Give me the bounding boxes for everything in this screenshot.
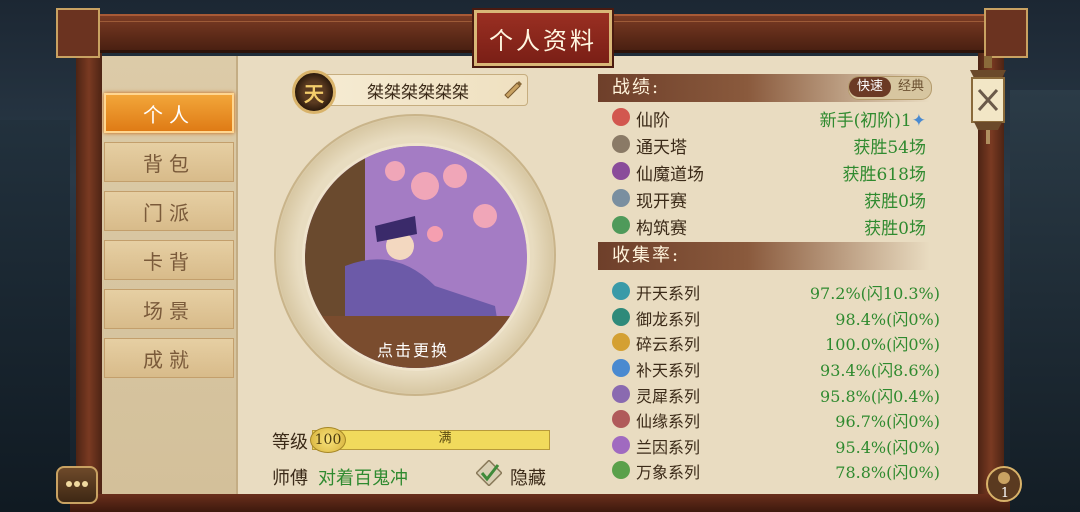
collection-label: 万象系列 — [636, 463, 701, 482]
collection-value: 78.8%(闪0%) — [835, 463, 940, 482]
tab-achievement[interactable]: 成就 — [104, 338, 234, 378]
edit-name-icon[interactable] — [502, 78, 524, 100]
collection-row: 万象系列 78.8%(闪0%) — [610, 457, 940, 482]
collection-row: 补天系列 93.4%(闪8.6%) — [610, 355, 940, 380]
collection-label: 御龙系列 — [636, 310, 701, 329]
stat-row-open: 现开赛 获胜0场 — [610, 185, 930, 212]
chat-button[interactable] — [56, 466, 98, 504]
stat-value: 获胜54场 — [853, 138, 926, 158]
left-post — [76, 40, 102, 502]
cloud-icon — [612, 333, 630, 351]
rank-badge-text: 天 — [304, 81, 324, 106]
star-icon — [612, 108, 630, 126]
collection-value: 93.4%(闪8.6%) — [820, 361, 940, 380]
background-mountain-right — [1010, 90, 1080, 512]
collection-row: 开天系列 97.2%(闪10.3%) — [610, 278, 940, 303]
collection-row: 御龙系列 98.4%(闪0%) — [610, 304, 940, 329]
collection-value: 95.4%(闪0%) — [835, 438, 940, 457]
background-mountain-left — [0, 120, 70, 512]
tab-backpack[interactable]: 背包 — [104, 142, 234, 182]
stat-row-rank: 仙阶 新手(初阶)1✦ — [610, 104, 930, 131]
collection-heading: 收集率: — [598, 242, 930, 270]
collection-label: 仙缘系列 — [636, 412, 701, 431]
change-portrait-caption[interactable]: 点击更换 — [302, 334, 524, 364]
collection-row: 灵犀系列 95.8%(闪0.4%) — [610, 381, 940, 406]
stat-label: 通天塔 — [636, 138, 687, 158]
kaitian-icon — [612, 282, 630, 300]
close-button[interactable] — [964, 56, 1012, 146]
collection-value: 98.4%(闪0%) — [835, 310, 940, 329]
level-value: 100 — [310, 427, 346, 453]
level-full-label: 满 — [438, 431, 452, 446]
tab-personal[interactable]: 个人 — [104, 93, 234, 133]
collection-row: 碎云系列 100.0%(闪0%) — [610, 329, 940, 354]
spirit-icon — [612, 385, 630, 403]
face-icon — [612, 189, 630, 207]
rank-badge: 天 — [292, 70, 336, 114]
beam-end-right — [984, 8, 1028, 58]
page-title: 个人资料 — [489, 26, 597, 55]
stat-value: 获胜0场 — [864, 192, 926, 212]
tab-card-back[interactable]: 卡背 — [104, 240, 234, 280]
tab-label: 个人 — [143, 102, 195, 127]
hide-checkbox[interactable] — [475, 459, 503, 487]
hide-label: 隐藏 — [510, 468, 546, 489]
build-icon — [612, 216, 630, 234]
collection-row: 兰因系列 95.4%(闪0%) — [610, 432, 940, 457]
collection-label: 灵犀系列 — [636, 387, 701, 406]
fate-icon — [612, 410, 630, 428]
master-label: 师傅 — [272, 468, 308, 489]
stat-row-build: 构筑赛 获胜0场 — [610, 212, 930, 239]
title-plaque: 个人资料 — [474, 10, 612, 66]
bottom-beam — [70, 494, 1010, 512]
collection-row: 仙缘系列 96.7%(闪0%) — [610, 406, 940, 431]
collection-label: 补天系列 — [636, 361, 701, 380]
collection-label: 碎云系列 — [636, 335, 701, 354]
toggle-classic-button[interactable]: 经典 — [892, 77, 930, 97]
toggle-fast-button[interactable]: 快速 — [849, 77, 891, 97]
stat-label: 仙魔道场 — [636, 165, 704, 185]
stat-row-tower: 通天塔 获胜54场 — [610, 131, 930, 158]
stat-row-arena: 仙魔道场 获胜618场 — [610, 158, 930, 185]
tab-label: 成就 — [143, 347, 195, 372]
collection-value: 100.0%(闪0%) — [825, 335, 940, 354]
tab-label: 门派 — [143, 200, 195, 225]
tab-sect[interactable]: 门派 — [104, 191, 234, 231]
tower-icon — [612, 135, 630, 153]
collection-label: 开天系列 — [636, 284, 701, 303]
tab-label: 背包 — [143, 151, 195, 176]
collection-label: 兰因系列 — [636, 438, 701, 457]
orchid-icon — [612, 436, 630, 454]
collection-value: 96.7%(闪0%) — [835, 412, 940, 431]
level-label: 等级 — [272, 432, 308, 453]
myriad-icon — [612, 461, 630, 479]
tab-label: 卡背 — [143, 249, 195, 274]
beam-end-left — [56, 8, 100, 58]
stat-value: 新手(初阶)1✦ — [820, 106, 926, 131]
stat-label: 构筑赛 — [636, 219, 687, 239]
master-name[interactable]: 对着百鬼冲 — [318, 464, 408, 490]
tab-scene[interactable]: 场景 — [104, 289, 234, 329]
arena-icon — [612, 162, 630, 180]
stat-label: 仙阶 — [636, 111, 670, 131]
bag-count-badge: 1 — [1000, 486, 1010, 501]
sky-icon — [612, 359, 630, 377]
collection-value: 97.2%(闪10.3%) — [809, 284, 940, 303]
dragon-icon — [612, 308, 630, 326]
stat-value: 获胜0场 — [864, 219, 926, 239]
tab-label: 场景 — [143, 298, 195, 323]
collection-value: 95.8%(闪0.4%) — [820, 387, 940, 406]
stat-label: 现开赛 — [636, 192, 687, 212]
stat-value-text: 新手(初阶)1 — [819, 111, 912, 131]
stat-value: 获胜618场 — [842, 165, 926, 185]
sparkle-icon: ✦ — [911, 111, 926, 131]
player-name: 桀桀桀桀桀桀 — [367, 83, 469, 103]
